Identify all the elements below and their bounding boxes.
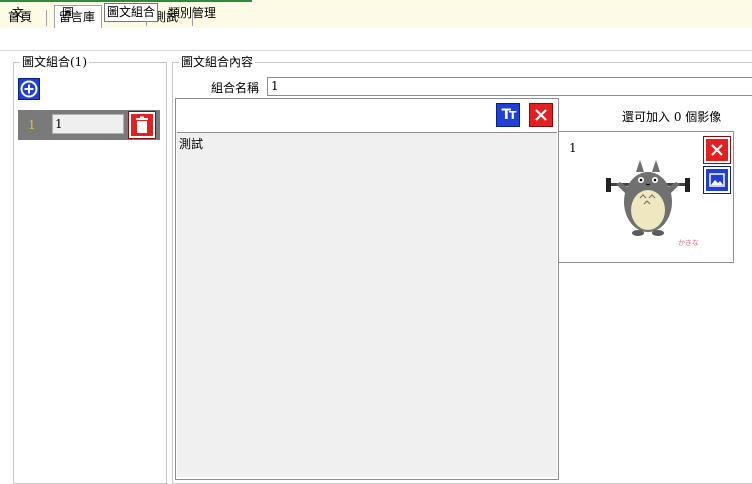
combo-content-title: 圖文組合內容 bbox=[179, 55, 256, 69]
close-icon bbox=[711, 144, 723, 156]
top-accent-line bbox=[0, 0, 252, 2]
combo-item-name-field[interactable]: 1 bbox=[52, 114, 124, 134]
combo-image-thumbnail bbox=[606, 160, 690, 236]
remove-text-button[interactable] bbox=[529, 103, 553, 127]
plus-circle-icon bbox=[20, 80, 38, 98]
text-size-icon: TT bbox=[501, 106, 516, 123]
text-format-button[interactable]: TT bbox=[496, 103, 520, 127]
combo-text-area[interactable]: 測試 bbox=[177, 132, 557, 477]
combo-list-title: 圖文組合(1) bbox=[20, 55, 89, 69]
subtab-image[interactable]: 圖 bbox=[62, 5, 74, 21]
change-image-button[interactable] bbox=[703, 166, 731, 194]
image-watermark: かきな bbox=[678, 239, 699, 247]
trash-icon bbox=[136, 116, 148, 133]
tab-divider bbox=[46, 10, 47, 26]
combo-name-input[interactable]: 1 bbox=[267, 77, 752, 96]
image-capacity-text: 還可加入 0 個影像 bbox=[622, 110, 722, 124]
sub-tab-bar bbox=[0, 28, 752, 51]
delete-combo-button[interactable] bbox=[128, 111, 156, 139]
combo-item-index: 1 bbox=[28, 118, 36, 132]
close-icon bbox=[535, 109, 547, 121]
combo-name-label: 組合名稱 bbox=[211, 81, 260, 95]
subtab-image-text-combo[interactable]: 圖文組合 bbox=[104, 3, 159, 22]
remove-image-button[interactable] bbox=[703, 136, 731, 164]
subtab-text[interactable]: 文 bbox=[12, 5, 24, 21]
add-combo-button[interactable] bbox=[18, 78, 40, 100]
subtab-category-management[interactable]: 類別管理 bbox=[168, 5, 216, 21]
image-icon bbox=[709, 173, 725, 187]
image-card-index: 1 bbox=[569, 141, 577, 155]
